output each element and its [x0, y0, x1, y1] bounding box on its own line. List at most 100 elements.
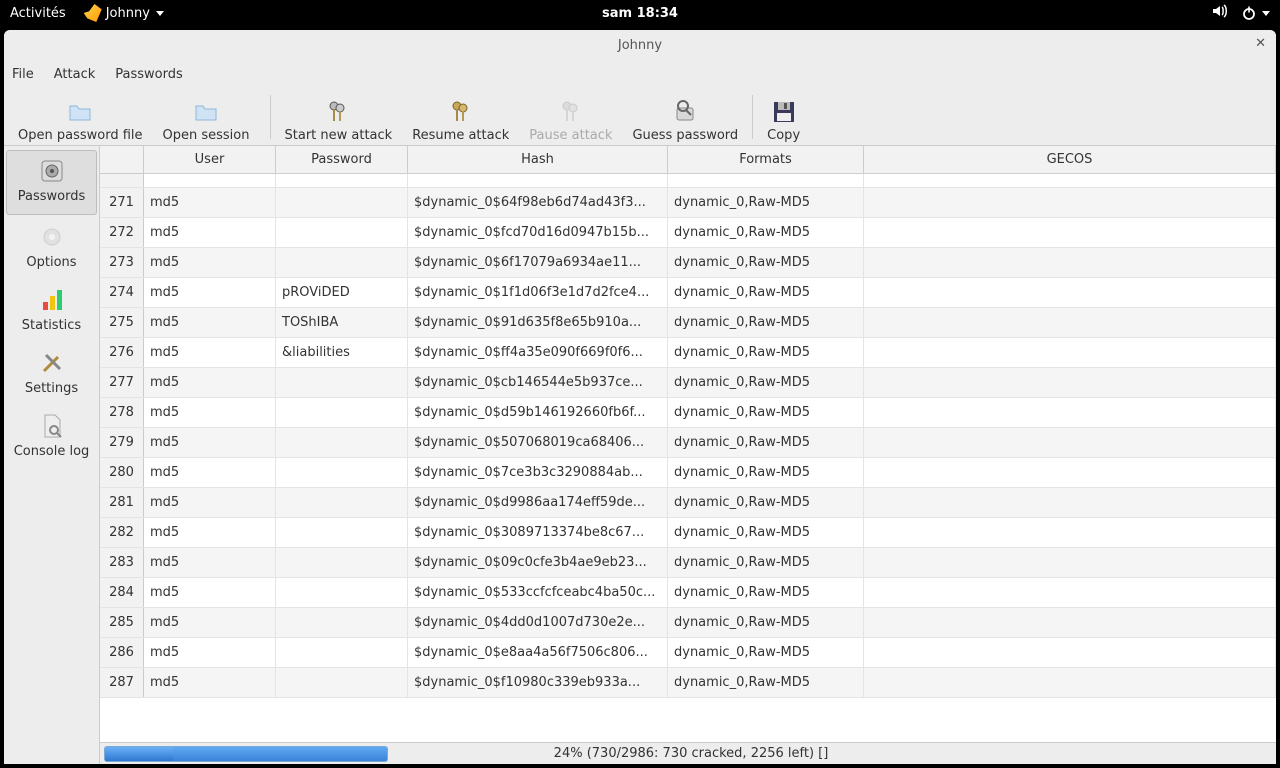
- start-new-attack-button[interactable]: Start new attack: [275, 89, 403, 145]
- menu-passwords[interactable]: Passwords: [115, 67, 183, 82]
- app-menu[interactable]: Johnny: [84, 4, 164, 22]
- row-number: 276: [100, 338, 144, 367]
- activities-button[interactable]: Activités: [10, 6, 66, 21]
- cell-password: [276, 488, 408, 517]
- cell-password: [276, 398, 408, 427]
- table-row[interactable]: 276md5&liabilities$dynamic_0$ff4a35e090f…: [100, 338, 1276, 368]
- resume-attack-button[interactable]: Resume attack: [402, 89, 519, 145]
- menu-attack[interactable]: Attack: [54, 67, 96, 82]
- table-row[interactable]: 283md5$dynamic_0$09c0cfe3b4ae9eb23...dyn…: [100, 548, 1276, 578]
- chevron-down-icon: [1262, 11, 1270, 16]
- cell-gecos: [864, 338, 1276, 367]
- menu-file[interactable]: File: [12, 67, 34, 82]
- cell-format: dynamic_0,Raw-MD5: [668, 338, 864, 367]
- guess-password-button[interactable]: Guess password: [622, 89, 748, 145]
- sidebar-item-settings[interactable]: Settings: [4, 343, 99, 406]
- toolbar: Open password file Open session Start ne…: [4, 88, 1276, 146]
- cell-gecos: [864, 578, 1276, 607]
- cell-gecos: [864, 458, 1276, 487]
- table-row[interactable]: 287md5$dynamic_0$f10980c339eb933a...dyna…: [100, 668, 1276, 698]
- close-button[interactable]: ✕: [1255, 36, 1266, 51]
- col-formats[interactable]: Formats: [668, 146, 864, 173]
- table-body[interactable]: 271md5$dynamic_0$64f98eb6d74ad43f3...dyn…: [100, 174, 1276, 742]
- pause-attack-button: Pause attack: [519, 89, 622, 145]
- table-row[interactable]: 279md5$dynamic_0$507068019ca68406...dyna…: [100, 428, 1276, 458]
- sidebar-item-consolelog[interactable]: Console log: [4, 406, 99, 469]
- copy-button[interactable]: Copy: [757, 89, 810, 145]
- cell-gecos: [864, 248, 1276, 277]
- cell-user: md5: [144, 548, 276, 577]
- cell-hash: $dynamic_0$d59b146192660fb6f...: [408, 398, 668, 427]
- cell-format: dynamic_0,Raw-MD5: [668, 368, 864, 397]
- cell-password: [276, 668, 408, 697]
- cell-gecos: [864, 308, 1276, 337]
- sidebar-item-statistics[interactable]: Statistics: [4, 280, 99, 343]
- col-rownum[interactable]: [100, 146, 144, 173]
- table-row[interactable]: 281md5$dynamic_0$d9986aa174eff59de...dyn…: [100, 488, 1276, 518]
- row-number: 272: [100, 218, 144, 247]
- menubar: File Attack Passwords: [4, 60, 1276, 88]
- cell-hash: $dynamic_0$1f1d06f3e1d7d2fce4...: [408, 278, 668, 307]
- clock[interactable]: sam 18:34: [602, 6, 678, 21]
- keys-icon: [324, 98, 352, 126]
- cell-gecos: [864, 608, 1276, 637]
- table-row[interactable]: 285md5$dynamic_0$4dd0d1007d730e2e...dyna…: [100, 608, 1276, 638]
- cell-format: dynamic_0,Raw-MD5: [668, 188, 864, 217]
- row-number: 271: [100, 188, 144, 217]
- cell-user: md5: [144, 398, 276, 427]
- table-row[interactable]: 273md5$dynamic_0$6f17079a6934ae11...dyna…: [100, 248, 1276, 278]
- row-number: 278: [100, 398, 144, 427]
- cell-user: md5: [144, 608, 276, 637]
- row-number: 281: [100, 488, 144, 517]
- table-row[interactable]: 271md5$dynamic_0$64f98eb6d74ad43f3...dyn…: [100, 188, 1276, 218]
- progress-bar: [104, 746, 388, 762]
- cell-gecos: [864, 428, 1276, 457]
- cell-format: dynamic_0,Raw-MD5: [668, 308, 864, 337]
- col-password[interactable]: Password: [276, 146, 408, 173]
- power-icon[interactable]: [1241, 5, 1270, 21]
- col-hash[interactable]: Hash: [408, 146, 668, 173]
- table-row[interactable]: 282md5$dynamic_0$3089713374be8c67...dyna…: [100, 518, 1276, 548]
- floppy-icon: [770, 98, 798, 126]
- table-row[interactable]: 272md5$dynamic_0$fcd70d16d0947b15b...dyn…: [100, 218, 1276, 248]
- table-row[interactable]: 277md5$dynamic_0$cb146544e5b937ce...dyna…: [100, 368, 1276, 398]
- table-row[interactable]: 275md5TOShIBA$dynamic_0$91d635f8e65b910a…: [100, 308, 1276, 338]
- bars-icon: [38, 286, 66, 314]
- open-session-button[interactable]: Open session: [153, 89, 266, 145]
- cell-password: [276, 188, 408, 217]
- cell-hash: $dynamic_0$4dd0d1007d730e2e...: [408, 608, 668, 637]
- gnome-top-bar: Activités Johnny sam 18:34: [0, 0, 1280, 26]
- col-gecos[interactable]: GECOS: [864, 146, 1276, 173]
- chevron-down-icon: [156, 11, 164, 16]
- table-row[interactable]: 274md5pROViDED$dynamic_0$1f1d06f3e1d7d2f…: [100, 278, 1276, 308]
- cell-password: [276, 458, 408, 487]
- cell-gecos: [864, 398, 1276, 427]
- sound-icon[interactable]: [1211, 3, 1227, 23]
- separator: [270, 95, 271, 139]
- cell-gecos: [864, 188, 1276, 217]
- cell-hash: $dynamic_0$64f98eb6d74ad43f3...: [408, 188, 668, 217]
- cell-gecos: [864, 518, 1276, 547]
- table-row[interactable]: 278md5$dynamic_0$d59b146192660fb6f...dyn…: [100, 398, 1276, 428]
- gear-icon: [38, 223, 66, 251]
- cell-password: &liabilities: [276, 338, 408, 367]
- safe-icon: [38, 157, 66, 185]
- sidebar-item-passwords[interactable]: Passwords: [6, 150, 97, 215]
- cell-format: dynamic_0,Raw-MD5: [668, 578, 864, 607]
- table-row[interactable]: 284md5$dynamic_0$533ccfcfceabc4ba50c...d…: [100, 578, 1276, 608]
- titlebar[interactable]: Johnny ✕: [4, 30, 1276, 60]
- cell-format: dynamic_0,Raw-MD5: [668, 488, 864, 517]
- col-user[interactable]: User: [144, 146, 276, 173]
- cell-hash: $dynamic_0$3089713374be8c67...: [408, 518, 668, 547]
- cell-password: [276, 368, 408, 397]
- magnifier-disk-icon: [671, 98, 699, 126]
- open-password-file-button[interactable]: Open password file: [8, 89, 153, 145]
- keys-icon: [557, 98, 585, 126]
- table-row[interactable]: 280md5$dynamic_0$7ce3b3c3290884ab...dyna…: [100, 458, 1276, 488]
- cell-format: dynamic_0,Raw-MD5: [668, 668, 864, 697]
- cell-password: [276, 248, 408, 277]
- app-window: Johnny ✕ File Attack Passwords Open pass…: [4, 30, 1276, 764]
- cell-user: md5: [144, 368, 276, 397]
- sidebar-item-options[interactable]: Options: [4, 217, 99, 280]
- table-row[interactable]: 286md5$dynamic_0$e8aa4a56f7506c806...dyn…: [100, 638, 1276, 668]
